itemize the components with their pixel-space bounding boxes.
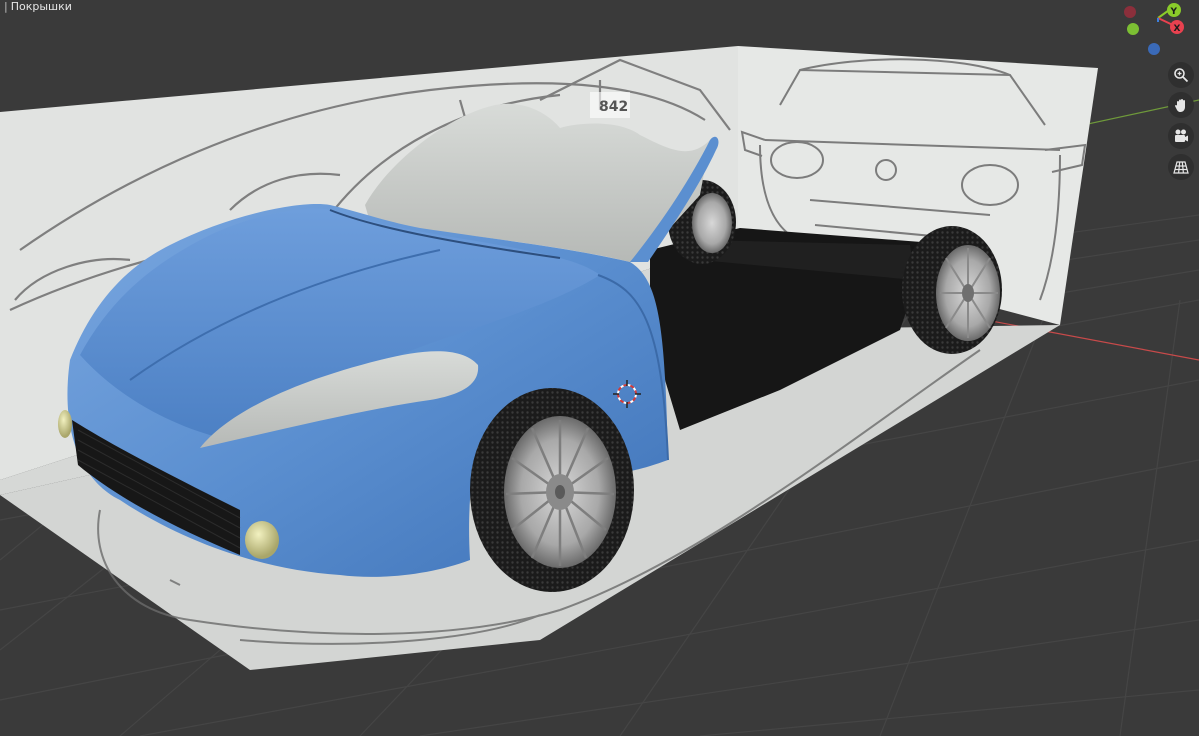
zoom-icon [1174, 68, 1189, 83]
camera-view-button[interactable] [1168, 123, 1194, 149]
grid-perspective-icon [1173, 161, 1189, 174]
gizmo-y-label: Y [1170, 7, 1178, 17]
hand-pan-icon [1175, 99, 1185, 112]
object-name: Покрышки [10, 0, 72, 13]
perspective-toggle-button[interactable] [1168, 154, 1194, 180]
navigation-gizmo[interactable]: Y X [1124, 3, 1184, 55]
active-object-label: | Покрышки [4, 0, 72, 13]
gizmo-x-label: X [1174, 24, 1181, 34]
3d-viewport[interactable]: 842 Y X [0, 0, 1199, 736]
dimension-number: 842 [599, 99, 628, 115]
gizmo-neg-z[interactable] [1148, 43, 1160, 55]
rear-right-wheel[interactable] [902, 226, 1002, 354]
fog-light-right [245, 521, 279, 559]
gizmo-neg-y[interactable] [1127, 23, 1139, 35]
fog-light-left [58, 410, 72, 438]
zoom-button[interactable] [1168, 62, 1194, 88]
camera-icon [1175, 129, 1188, 142]
gizmo-neg-x[interactable] [1124, 6, 1136, 18]
front-right-wheel[interactable] [470, 388, 634, 592]
pan-button[interactable] [1168, 92, 1194, 118]
